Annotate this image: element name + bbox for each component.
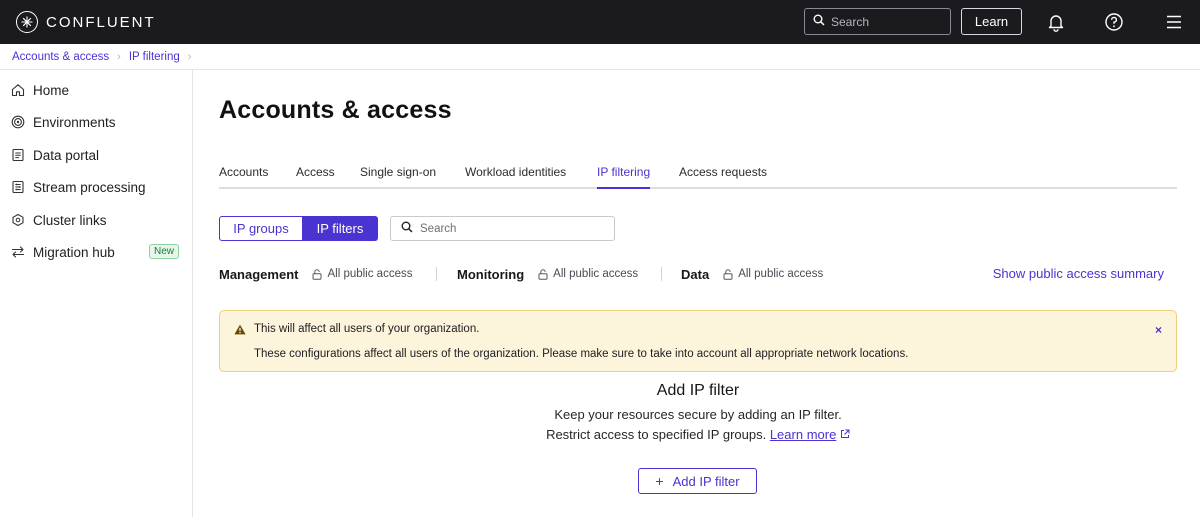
access-value: All public access: [538, 268, 638, 280]
data-portal-icon: [11, 148, 25, 162]
home-icon: [11, 83, 25, 97]
tab-ip-filtering[interactable]: IP filtering: [597, 165, 651, 189]
brand[interactable]: CONFLUENT: [16, 10, 156, 34]
divider: [661, 267, 662, 281]
breadcrumb: Accounts & access › IP filtering ›: [0, 44, 1200, 70]
global-search[interactable]: [804, 8, 951, 35]
sidebar-item-label: Environments: [33, 114, 116, 130]
warning-alert: This will affect all users of your organ…: [219, 310, 1177, 372]
tab-bar: Accounts Access Single sign-on Workload …: [219, 160, 1177, 189]
search-icon: [401, 220, 413, 238]
access-label: Monitoring: [457, 266, 525, 282]
sidebar-item-label: Data portal: [33, 147, 100, 163]
alert-body: These configurations affect all users of…: [254, 348, 909, 360]
access-value: All public access: [723, 268, 823, 280]
empty-state-text: Restrict access to specified IP groups.: [546, 427, 767, 442]
breadcrumb-ip-filtering[interactable]: IP filtering: [129, 51, 180, 63]
add-ip-filter-button[interactable]: + Add IP filter: [638, 468, 757, 494]
sidebar: Home Environments Data portal Stream pro…: [0, 70, 193, 517]
empty-state-description-2: Restrict access to specified IP groups. …: [219, 427, 1177, 442]
page-title: Accounts & access: [219, 96, 452, 124]
breadcrumb-accounts-access[interactable]: Accounts & access: [12, 51, 109, 63]
menu-icon[interactable]: [1163, 11, 1185, 33]
bell-icon[interactable]: [1045, 11, 1067, 33]
sidebar-item-label: Migration hub: [33, 244, 115, 260]
filter-search-input[interactable]: [420, 222, 600, 235]
chevron-right-icon: ›: [117, 50, 121, 63]
tab-accounts[interactable]: Accounts: [219, 165, 268, 187]
access-value: All public access: [312, 268, 412, 280]
access-value-text: All public access: [553, 268, 639, 280]
unlock-icon: [723, 268, 733, 280]
sidebar-item-label: Cluster links: [33, 212, 107, 228]
environments-icon: [11, 115, 25, 129]
tab-access-requests[interactable]: Access requests: [679, 165, 767, 187]
sidebar-item-cluster-links[interactable]: Cluster links: [0, 207, 192, 233]
search-icon: [813, 13, 825, 31]
external-link-icon: [840, 427, 850, 442]
sidebar-item-label: Stream processing: [33, 179, 146, 195]
access-label: Data: [681, 266, 710, 282]
sidebar-item-migration-hub[interactable]: Migration hub New: [0, 239, 192, 265]
tab-single-sign-on[interactable]: Single sign-on: [360, 165, 436, 187]
confluent-logo-icon: [16, 11, 38, 33]
sidebar-item-environments[interactable]: Environments: [0, 109, 192, 135]
public-access-row: Management All public access Monitoring …: [219, 264, 1177, 284]
ip-groups-button[interactable]: IP groups: [219, 216, 303, 241]
close-icon[interactable]: ×: [1155, 323, 1162, 337]
stream-processing-icon: [11, 180, 25, 194]
monitoring-access: Monitoring All public access: [457, 264, 638, 284]
data-access: Data All public access: [681, 264, 823, 284]
tab-access[interactable]: Access: [296, 165, 335, 187]
ip-filters-button[interactable]: IP filters: [303, 216, 378, 241]
divider: [436, 267, 437, 281]
access-label: Management: [219, 266, 299, 282]
plus-icon: +: [655, 473, 664, 489]
unlock-icon: [312, 268, 322, 280]
management-access: Management All public access: [219, 264, 412, 284]
access-value-text: All public access: [327, 268, 413, 280]
help-icon[interactable]: [1103, 11, 1125, 33]
empty-state-description: Keep your resources secure by adding an …: [554, 407, 842, 422]
new-badge: New: [149, 244, 180, 259]
filter-search[interactable]: [390, 216, 615, 241]
brand-name: CONFLUENT: [46, 13, 156, 31]
migration-hub-icon: [11, 245, 25, 259]
learn-button[interactable]: Learn: [961, 8, 1022, 35]
view-toggle: IP groups IP filters: [219, 216, 378, 241]
empty-state-title: Add IP filter: [656, 382, 740, 399]
top-bar: CONFLUENT Learn: [0, 0, 1200, 44]
tab-workload-identities[interactable]: Workload identities: [465, 165, 566, 187]
sidebar-item-home[interactable]: Home: [0, 77, 192, 103]
learn-more-link[interactable]: Learn more: [770, 427, 836, 442]
global-search-input[interactable]: [831, 14, 941, 29]
sidebar-item-label: Home: [33, 82, 70, 98]
show-public-access-summary-link[interactable]: Show public access summary: [993, 266, 1164, 281]
add-ip-filter-label: Add IP filter: [672, 473, 740, 489]
unlock-icon: [538, 268, 548, 280]
access-value-text: All public access: [738, 268, 824, 280]
cluster-links-icon: [11, 213, 25, 227]
alert-title: This will affect all users of your organ…: [234, 323, 479, 335]
sidebar-item-stream-processing[interactable]: Stream processing: [0, 174, 192, 200]
chevron-right-icon: ›: [187, 50, 192, 63]
alert-title-text: This will affect all users of your organ…: [254, 323, 480, 335]
sidebar-item-data-portal[interactable]: Data portal: [0, 142, 192, 168]
warning-icon: [234, 324, 246, 335]
